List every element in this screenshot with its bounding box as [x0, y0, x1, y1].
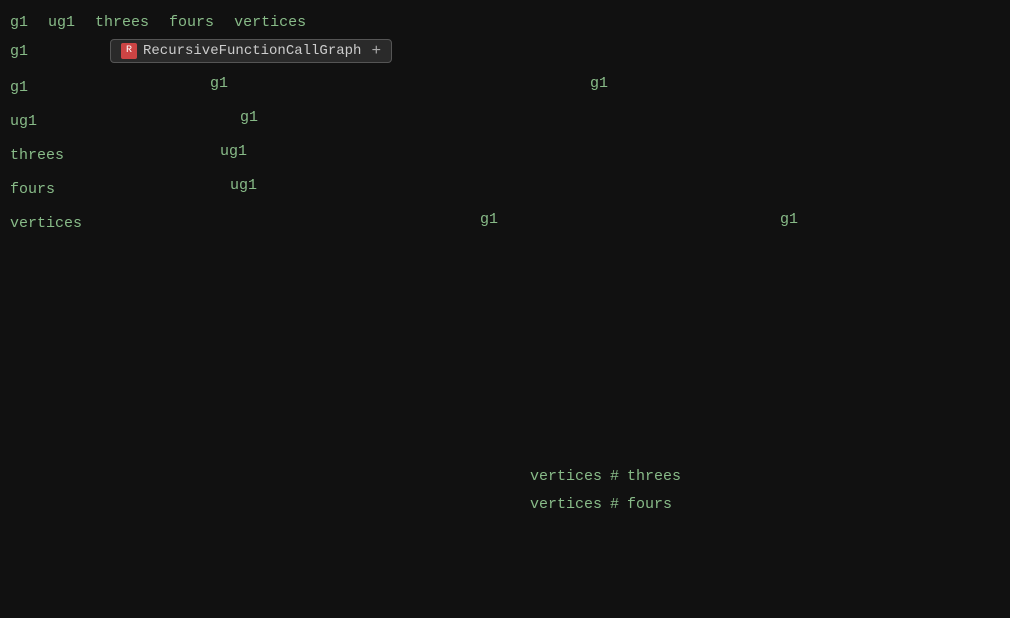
- bottom-threes: threes: [627, 468, 681, 485]
- label-g1: g1: [10, 75, 110, 96]
- header-g1: g1: [10, 14, 28, 31]
- header-threes: threes: [95, 14, 149, 31]
- badge-icon: R: [121, 43, 137, 59]
- main-container: g1 ug1 threes fours vertices g1 R Recurs…: [0, 0, 1010, 618]
- bottom-row-2: vertices # fours: [0, 490, 1010, 518]
- bottom-vertices-1: vertices: [530, 468, 602, 485]
- label-vertices: vertices: [10, 211, 110, 232]
- bottom-hash-1: #: [610, 468, 619, 485]
- bottom-vertices-2: vertices: [530, 496, 602, 513]
- label-fours: fours: [10, 177, 110, 198]
- label-g1-badge: g1: [10, 39, 110, 60]
- row-fours: fours ug1: [0, 175, 1010, 209]
- header-fours: fours: [169, 14, 214, 31]
- bottom-fours: fours: [627, 496, 672, 513]
- fours-ug1: ug1: [230, 177, 257, 194]
- recursive-function-call-graph-badge[interactable]: R RecursiveFunctionCallGraph +: [110, 39, 392, 63]
- bottom-right-2: vertices # fours: [530, 496, 672, 513]
- header-ug1: ug1: [48, 14, 75, 31]
- ug1-g1: g1: [240, 109, 258, 126]
- label-ug1: ug1: [10, 109, 110, 130]
- g1-pos2: g1: [590, 75, 608, 92]
- label-threes: threes: [10, 143, 110, 164]
- bottom-row-1: vertices # threes: [0, 462, 1010, 490]
- vertices-g1-2: g1: [780, 211, 798, 228]
- header-vertices: vertices: [234, 14, 306, 31]
- bottom-section: vertices # threes vertices # fours: [0, 462, 1010, 518]
- bottom-right-1: vertices # threes: [530, 468, 681, 485]
- bottom-hash-2: #: [610, 496, 619, 513]
- badge-plus[interactable]: +: [371, 42, 381, 60]
- row-vertices: vertices g1 g1: [0, 209, 1010, 243]
- row-g1-badge: g1 R RecursiveFunctionCallGraph +: [0, 37, 1010, 73]
- g1-pos1: g1: [210, 75, 228, 92]
- threes-ug1: ug1: [220, 143, 247, 160]
- row-ug1: ug1 g1: [0, 107, 1010, 141]
- vertices-g1-1: g1: [480, 211, 498, 228]
- badge-label: RecursiveFunctionCallGraph: [143, 43, 361, 59]
- row-threes: threes ug1: [0, 141, 1010, 175]
- row-g1-positions: g1 g1 g1: [0, 73, 1010, 107]
- header-row: g1 ug1 threes fours vertices: [0, 8, 1010, 37]
